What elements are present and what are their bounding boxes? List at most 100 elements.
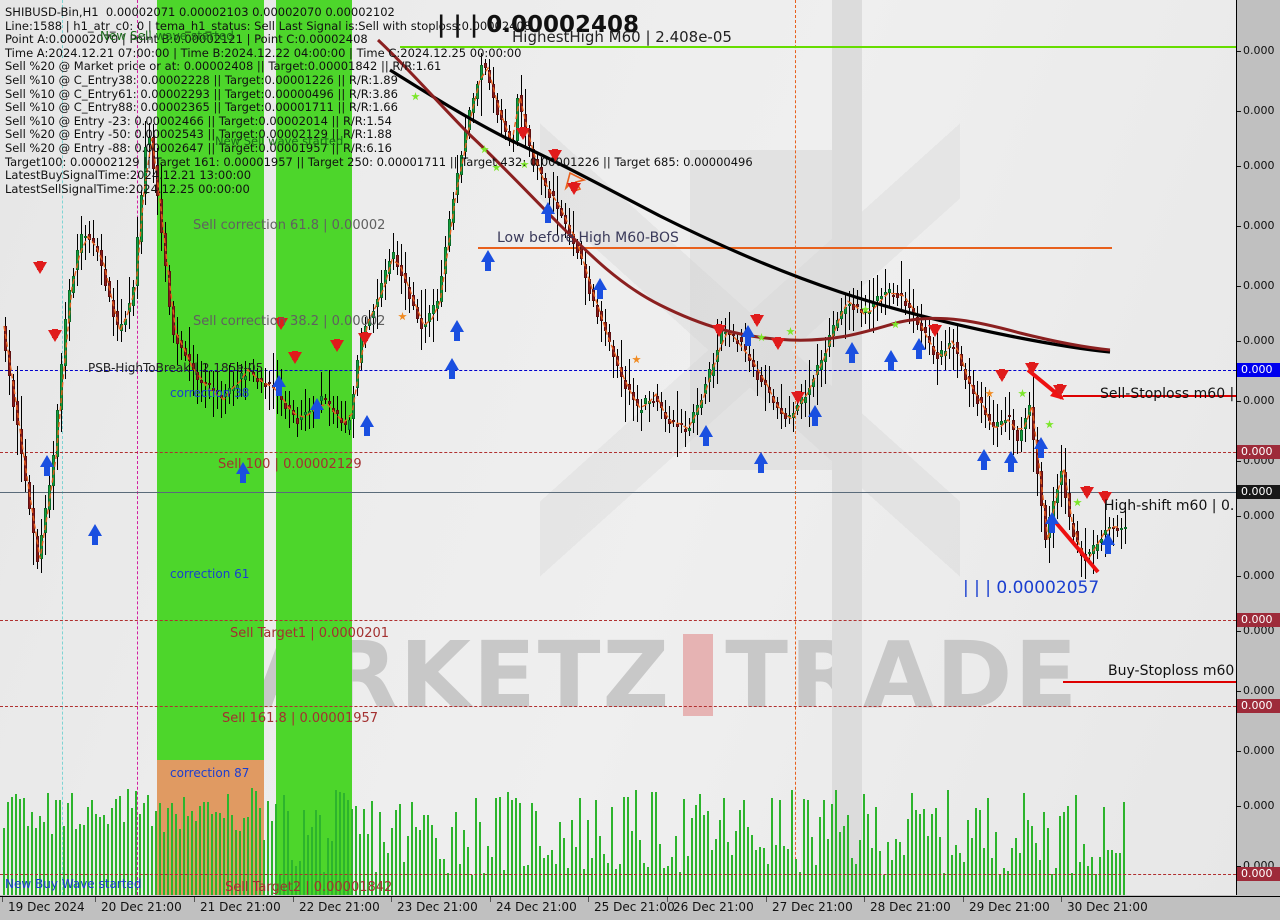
buy-arrow-icon (808, 405, 822, 426)
price-tick-6: 0.000 (1237, 394, 1280, 408)
correction-87: correction 87 (170, 766, 250, 780)
info-line-4: Sell %10 @ C_Entry38: 0.00002228 || Targ… (5, 72, 398, 87)
info-line-3: Sell %20 @ Market price or at: 0.0000240… (5, 59, 442, 74)
time-sep-11 (1061, 897, 1062, 902)
time-sep-4 (391, 897, 392, 902)
symbol-line: SHIBUSD-Bin,H1 0.00002071 0.00002103 0.0… (5, 5, 395, 19)
sell-target2-badge: 0.000 (1237, 867, 1280, 881)
sell-arrow-icon (791, 391, 805, 404)
buy-arrow-icon (541, 202, 555, 223)
sell-arrow-icon (1053, 384, 1067, 397)
time-tick-9: 28 Dec 21:00 (870, 900, 951, 914)
price-tick-2: 0.000 (1237, 159, 1280, 173)
sell-100: Sell 100 | 0.00002129 (218, 457, 362, 472)
buy-arrow-icon (699, 425, 713, 446)
time-sep-9 (864, 897, 865, 902)
high-shift-m60: High-shift m60 | 0. (1104, 498, 1235, 514)
time-sep-1 (95, 897, 96, 902)
sell-arrow-icon (330, 339, 344, 352)
time-tick-1: 20 Dec 21:00 (101, 900, 182, 914)
time-tick-10: 29 Dec 21:00 (969, 900, 1050, 914)
price-tick-3: 0.000 (1237, 219, 1280, 233)
time-sep-3 (293, 897, 294, 902)
price-tick-5: 0.000 (1237, 334, 1280, 348)
info-line-5: Sell %10 @ C_Entry61: 0.00002293 || Targ… (5, 86, 398, 101)
time-sep-8 (766, 897, 767, 902)
sell-stoploss-m60: Sell-Stoploss m60 | (1100, 386, 1235, 402)
time-tick-11: 30 Dec 21:00 (1067, 900, 1148, 914)
sell-target2: Sell Target2 | 0.00001842 (225, 880, 393, 895)
new-sell-wave-label-2: New Sell wave started (215, 134, 344, 148)
price-tick-0: 0.000 (1237, 44, 1280, 58)
sell-correction-618: Sell correction 61.8 | 0.00002 (193, 218, 386, 233)
price-tick-13: 0.000 (1237, 799, 1280, 813)
price-tick-12: 0.000 (1237, 744, 1280, 758)
time-sep-5 (490, 897, 491, 902)
buy-arrow-icon (1101, 533, 1115, 554)
buy-arrow-icon (272, 375, 286, 396)
buy-arrow-icon (40, 455, 54, 476)
buy-arrow-icon (88, 524, 102, 545)
price-tick-9: 0.000 (1237, 569, 1280, 583)
buy-arrow-icon (481, 250, 495, 271)
info-line-9: Sell %20 @ Entry -88: 0.00002647 || Targ… (5, 140, 392, 155)
info-line-7: Sell %10 @ Entry -23: 0.00002466 || Targ… (5, 113, 392, 128)
buy-arrow-icon (360, 415, 374, 436)
buy-arrow-icon (593, 278, 607, 299)
sell-correction-382: Sell correction 38.2 | 0.00002 (193, 314, 386, 329)
time-tick-0: 19 Dec 2024 (8, 900, 85, 914)
sell-arrow-icon (928, 324, 942, 337)
price-tick-4: 0.000 (1237, 279, 1280, 293)
time-axis[interactable]: 19 Dec 2024 20 Dec 21:00 21 Dec 21:00 22 De… (0, 896, 1280, 920)
price-axis[interactable]: 0.000 0.000 0.000 0.000 0.000 0.000 0.000 0.000… (1237, 0, 1280, 895)
info-line-8: Sell %20 @ Entry -50: 0.00002543 || Targ… (5, 127, 392, 142)
buy-arrow-icon (1045, 512, 1059, 533)
time-sep-2 (194, 897, 195, 902)
sell-target1-badge: 0.000 (1237, 613, 1280, 627)
time-tick-4: 23 Dec 21:00 (397, 900, 478, 914)
buy-arrow-icon (445, 358, 459, 379)
sell-arrow-icon (995, 369, 1009, 382)
info-line-10: Target100: 0.00002129 || Target 161: 0.0… (5, 154, 753, 169)
info-line-6: Sell %10 @ C_Entry88: 0.00002365 || Targ… (5, 100, 398, 115)
sell-target1: Sell Target1 | 0.0000201 (230, 626, 390, 641)
time-sep-10 (963, 897, 964, 902)
chart-plot-area[interactable]: MARKETZ TRADE Sell correction 61.8 | 0.0… (0, 0, 1237, 895)
trading-chart-window: MARKETZ TRADE Sell correction 61.8 | 0.0… (0, 0, 1280, 920)
psb-level-badge: 0.000 (1237, 363, 1280, 377)
sell-arrow-icon (1080, 486, 1094, 499)
buy-arrow-icon (450, 320, 464, 341)
last-price-badge: 0.000 (1237, 485, 1280, 499)
time-sep-0 (2, 897, 3, 902)
info-line-2: Time A:2024.12.21 07:00:00 | Time B:2024… (5, 45, 522, 60)
price-tick-11: 0.000 (1237, 684, 1280, 698)
time-tick-3: 22 Dec 21:00 (299, 900, 380, 914)
buy-arrow-icon (310, 398, 324, 419)
time-sep-7 (667, 897, 668, 902)
correction-61: correction 61 (170, 567, 250, 581)
sell-100-badge: 0.000 (1237, 445, 1280, 459)
sell-arrow-icon (712, 324, 726, 337)
buy-arrow-icon (884, 350, 898, 371)
buy-stoploss-m60: Buy-Stoploss m60 (1108, 663, 1235, 679)
sell-arrow-icon (771, 337, 785, 350)
price-tick-8: 0.000 (1237, 509, 1280, 523)
sell-arrow-icon (33, 261, 47, 274)
buy-arrow-icon (845, 342, 859, 363)
time-sep-6 (588, 897, 589, 902)
sell-1618: Sell 161.8 | 0.00001957 (222, 711, 379, 726)
last-price-label: | | | 0.00002057 (963, 578, 1100, 598)
correction-38: correction 38 (170, 386, 250, 400)
info-line-11: LatestBuySignalTime:2024.12.21 13:00:00 (5, 168, 252, 183)
low-before-high: Low before High M60-BOS (497, 230, 679, 246)
sell-arrow-icon (358, 332, 372, 345)
time-tick-8: 27 Dec 21:00 (772, 900, 853, 914)
buy-arrow-icon (977, 449, 991, 470)
sell-arrow-icon (48, 329, 62, 342)
buy-arrow-icon (741, 325, 755, 346)
buy-arrow-icon (1034, 437, 1048, 458)
buy-arrow-icon (1004, 451, 1018, 472)
sell-1618-badge: 0.000 (1237, 699, 1280, 713)
time-tick-5: 24 Dec 21:00 (496, 900, 577, 914)
highest-high-label: HighestHigh M60 | 2.408e-05 (512, 28, 732, 46)
